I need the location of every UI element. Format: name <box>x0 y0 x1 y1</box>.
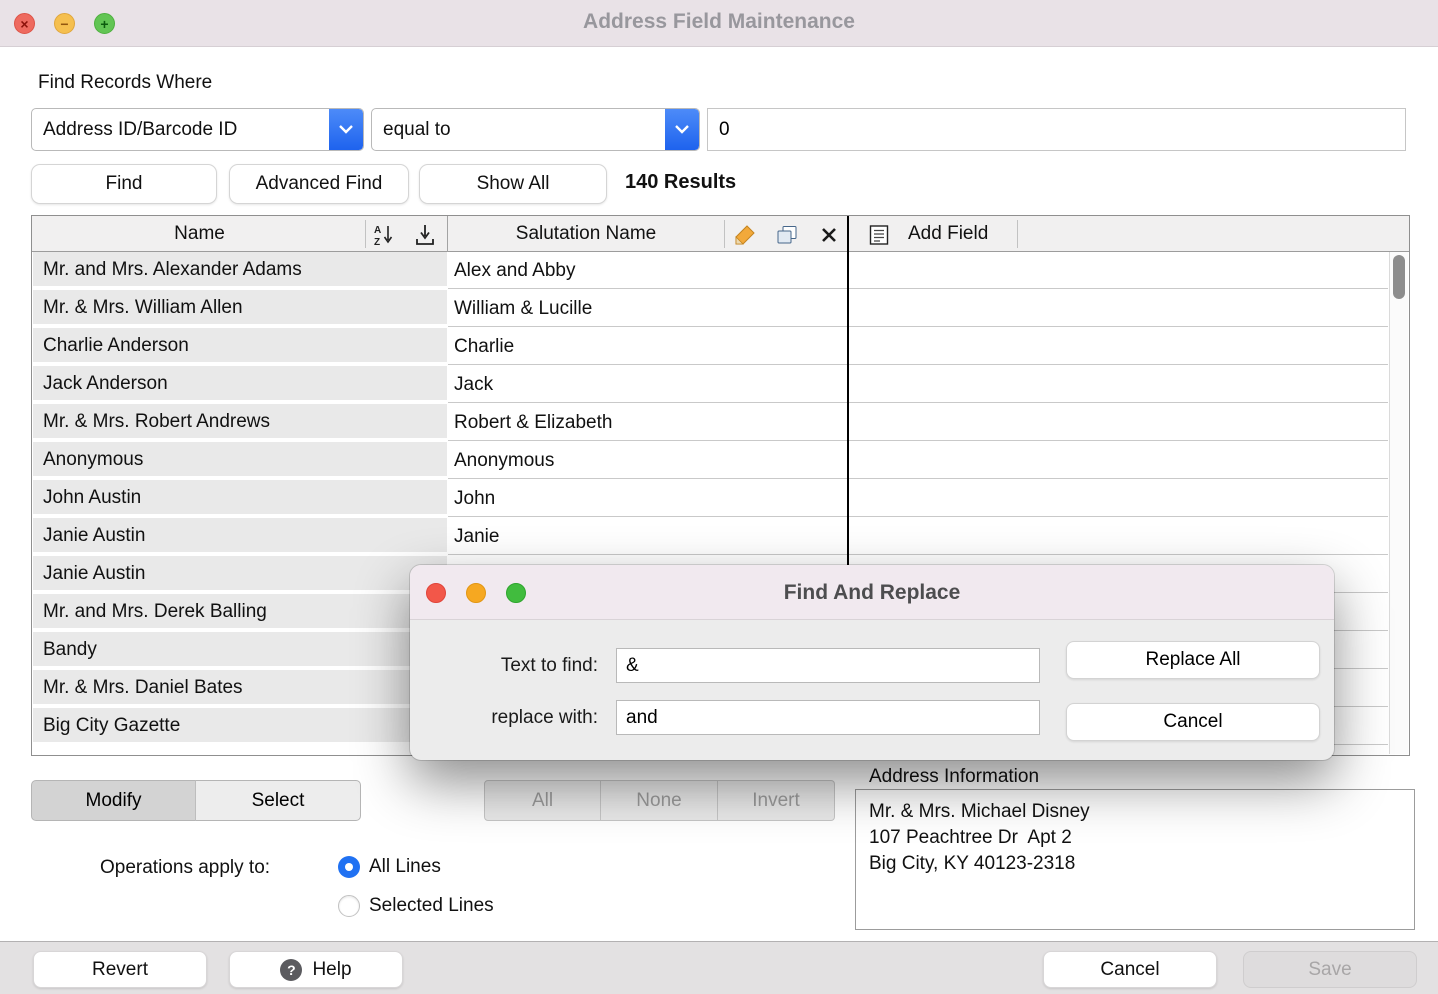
address-line: 107 Peachtree Dr Apt 2 <box>869 825 1401 851</box>
results-count: 140 Results <box>625 171 736 194</box>
table-row[interactable]: Mr. and Mrs. Alexander Adams Alex and Ab… <box>32 252 1409 290</box>
header-separator <box>724 220 725 248</box>
revert-button[interactable]: Revert <box>33 951 207 988</box>
dialog-title: Find And Replace <box>410 565 1334 620</box>
name-cell[interactable]: Mr. & Mrs. William Allen <box>33 290 447 326</box>
chevron-down-icon[interactable] <box>665 109 699 150</box>
dialog-titlebar: Find And Replace <box>410 565 1334 620</box>
find-button[interactable]: Find <box>31 164 217 204</box>
dialog-zoom-button[interactable] <box>506 583 526 603</box>
table-row[interactable]: Charlie Anderson Charlie <box>32 328 1409 366</box>
replace-all-button[interactable]: Replace All <box>1066 641 1320 679</box>
selected-lines-radio[interactable] <box>338 895 360 917</box>
delete-x-icon[interactable] <box>816 222 842 248</box>
name-cell[interactable]: Bandy <box>33 632 447 668</box>
name-cell[interactable]: Mr. and Mrs. Derek Balling <box>33 594 447 630</box>
address-line: Mr. & Mrs. Michael Disney <box>869 799 1401 825</box>
replace-with-label: replace with: <box>410 700 598 735</box>
svg-text:A: A <box>374 225 381 236</box>
modify-button[interactable]: Modify <box>31 780 196 821</box>
move-down-icon[interactable] <box>412 222 438 248</box>
field-dropdown-value: Address ID/Barcode ID <box>32 119 329 141</box>
dialog-cancel-button[interactable]: Cancel <box>1066 703 1320 741</box>
chevron-down-icon[interactable] <box>329 109 363 150</box>
table-row[interactable]: Mr. & Mrs. Robert Andrews Robert & Eliza… <box>32 404 1409 442</box>
select-invert-button[interactable]: Invert <box>718 780 835 821</box>
table-header: Name A Z Salutation Name <box>32 216 1409 252</box>
salutation-cell[interactable]: Charlie <box>448 328 1388 365</box>
question-mark-icon: ? <box>280 959 302 981</box>
name-cell[interactable]: Mr. and Mrs. Alexander Adams <box>33 252 447 288</box>
select-button[interactable]: Select <box>195 780 361 821</box>
name-cell[interactable]: John Austin <box>33 480 447 516</box>
name-column-header[interactable]: Name <box>32 216 367 252</box>
operations-apply-label: Operations apply to: <box>100 857 270 879</box>
document-list-icon[interactable] <box>866 222 892 248</box>
save-button[interactable]: Save <box>1243 951 1417 988</box>
find-records-label: Find Records Where <box>38 72 212 94</box>
address-line: Big City, KY 40123-2318 <box>869 851 1401 877</box>
dialog-minimize-button[interactable] <box>466 583 486 603</box>
text-to-find-label: Text to find: <box>410 648 598 683</box>
dialog-close-button[interactable] <box>426 583 446 603</box>
select-all-button[interactable]: All <box>484 780 601 821</box>
field-divider <box>847 216 849 252</box>
salutation-cell[interactable]: Anonymous <box>448 442 1388 479</box>
salutation-cell[interactable]: Janie <box>448 518 1388 555</box>
table-row[interactable]: Mr. & Mrs. William Allen William & Lucil… <box>32 290 1409 328</box>
header-separator <box>1017 220 1018 248</box>
advanced-find-button[interactable]: Advanced Find <box>229 164 409 204</box>
name-cell[interactable]: Mr. & Mrs. Robert Andrews <box>33 404 447 440</box>
name-cell[interactable]: Jack Anderson <box>33 366 447 402</box>
show-all-button[interactable]: Show All <box>419 164 607 204</box>
name-cell[interactable]: Charlie Anderson <box>33 328 447 364</box>
operator-dropdown[interactable]: equal to <box>371 108 700 151</box>
salutation-cell[interactable]: William & Lucille <box>448 290 1388 327</box>
name-cell[interactable]: Mr. & Mrs. Daniel Bates <box>33 670 447 706</box>
footer-bar: Revert ? Help Cancel Save <box>0 941 1438 994</box>
help-button[interactable]: ? Help <box>229 951 403 988</box>
add-field-button[interactable]: Add Field <box>908 216 988 252</box>
scrollbar-thumb[interactable] <box>1393 255 1405 299</box>
table-row[interactable]: Janie Austin Janie <box>32 518 1409 556</box>
name-cell[interactable]: Big City Gazette <box>33 708 447 744</box>
name-cell[interactable]: Janie Austin <box>33 518 447 554</box>
salutation-cell[interactable]: Jack <box>448 366 1388 403</box>
table-row[interactable]: Anonymous Anonymous <box>32 442 1409 480</box>
window-titlebar: × − + Address Field Maintenance <box>0 0 1438 47</box>
vertical-scrollbar[interactable] <box>1389 252 1408 754</box>
header-separator <box>365 220 366 248</box>
copy-icon[interactable] <box>774 222 800 248</box>
cancel-button[interactable]: Cancel <box>1043 951 1217 988</box>
window-title: Address Field Maintenance <box>0 10 1438 34</box>
select-none-button[interactable]: None <box>601 780 718 821</box>
address-information-label: Address Information <box>869 766 1039 788</box>
replace-with-input[interactable] <box>616 700 1040 735</box>
salutation-column-header[interactable]: Salutation Name <box>448 216 724 252</box>
name-cell[interactable]: Anonymous <box>33 442 447 478</box>
text-to-find-input[interactable] <box>616 648 1040 683</box>
salutation-cell[interactable]: Robert & Elizabeth <box>448 404 1388 441</box>
all-lines-radio[interactable] <box>338 856 360 878</box>
help-button-label: Help <box>312 959 351 981</box>
search-value-input[interactable] <box>707 108 1406 151</box>
find-replace-dialog: Find And Replace Text to find: replace w… <box>410 565 1334 760</box>
edit-pencil-icon[interactable] <box>732 222 758 248</box>
svg-text:Z: Z <box>374 237 380 247</box>
table-row[interactable]: John Austin John <box>32 480 1409 518</box>
salutation-cell[interactable]: Alex and Abby <box>448 252 1388 289</box>
salutation-cell[interactable]: John <box>448 480 1388 517</box>
all-lines-label[interactable]: All Lines <box>369 856 441 878</box>
table-row[interactable]: Jack Anderson Jack <box>32 366 1409 404</box>
selection-segmented-control: All None Invert <box>484 780 835 821</box>
name-cell[interactable]: Janie Austin <box>33 556 447 592</box>
field-dropdown[interactable]: Address ID/Barcode ID <box>31 108 364 151</box>
address-box: Mr. & Mrs. Michael Disney107 Peachtree D… <box>855 789 1415 930</box>
operator-dropdown-value: equal to <box>372 119 665 141</box>
selected-lines-label[interactable]: Selected Lines <box>369 895 494 917</box>
sort-az-icon[interactable]: A Z <box>371 222 397 248</box>
